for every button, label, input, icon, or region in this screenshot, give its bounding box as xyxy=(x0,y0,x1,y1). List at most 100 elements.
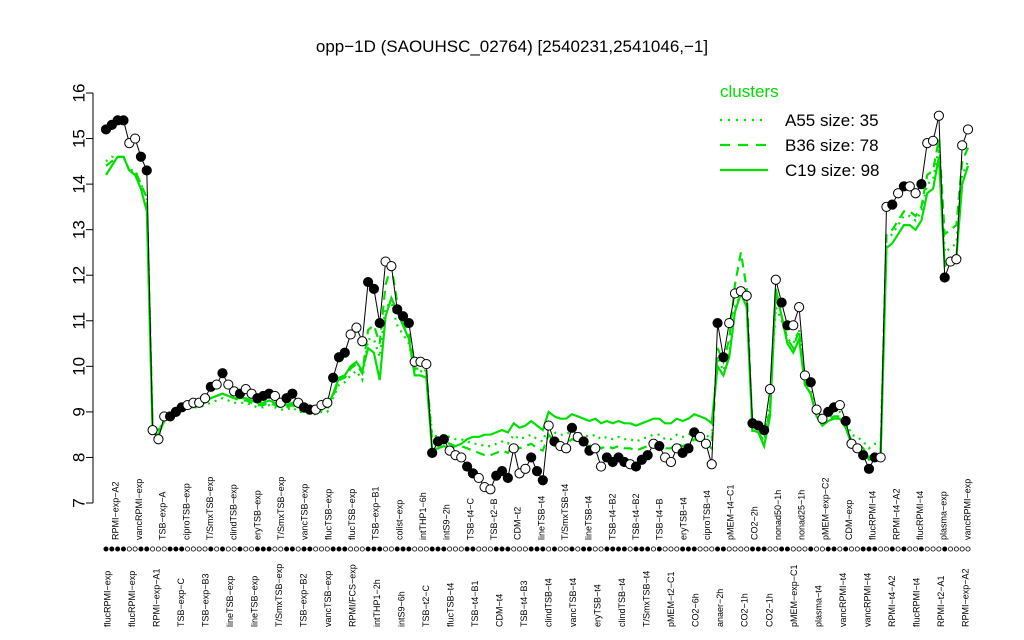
rug-point xyxy=(883,546,889,552)
rug-point xyxy=(260,546,266,552)
data-point xyxy=(531,466,543,477)
x-tick-label: lineTSB−t4 xyxy=(584,496,594,540)
x-tick-label: TSB−t4−B xyxy=(655,498,665,540)
rug-point xyxy=(272,546,278,552)
y-tick-label: 14 xyxy=(69,175,88,194)
rug-point xyxy=(458,546,464,552)
x-tick-label: clindTSB−t4 xyxy=(544,578,554,627)
rug-point xyxy=(429,546,435,552)
data-point xyxy=(759,425,770,436)
x-tick-label: RPMI/FCS−exp xyxy=(348,564,358,627)
rug-point xyxy=(249,546,255,552)
rug-point xyxy=(348,546,354,552)
x-tick-label: RPMI−exp−A2 xyxy=(110,481,120,540)
rug-markers xyxy=(103,546,971,552)
rug-point xyxy=(202,546,208,552)
data-point xyxy=(526,452,537,463)
rug-point xyxy=(511,546,517,552)
rug-point xyxy=(913,546,919,552)
data-point xyxy=(473,472,484,484)
data-point xyxy=(438,434,449,445)
rug-point xyxy=(173,546,179,552)
rug-point xyxy=(295,546,301,552)
series-line-cluster-C19 xyxy=(105,155,970,462)
x-tick-label: flucRPMI−t4 xyxy=(915,491,925,540)
rug-point xyxy=(616,546,622,552)
x-tick-label: lineTSB−exp xyxy=(225,576,235,627)
rug-point xyxy=(482,546,488,552)
rug-point xyxy=(161,546,167,552)
rug-point xyxy=(761,546,767,552)
x-tick-label: CDM−t2 xyxy=(513,507,523,540)
rug-point xyxy=(808,546,814,552)
legend-label: A55 size: 35 xyxy=(785,111,879,130)
rug-point xyxy=(581,546,587,552)
rug-point xyxy=(755,546,761,552)
rug-point xyxy=(650,546,656,552)
chart-title: opp−1D (SAOUHSC_02764) [2540231,2541046,… xyxy=(316,37,708,56)
rug-point xyxy=(231,546,237,552)
rug-point xyxy=(878,546,884,552)
rug-point xyxy=(487,546,493,552)
rug-point xyxy=(400,546,406,552)
x-tick-label: CDM−exp xyxy=(844,500,854,540)
data-point xyxy=(724,317,735,329)
rug-point xyxy=(825,546,831,552)
x-tick-label: pMEM−t4−C1 xyxy=(726,484,736,540)
rug-point xyxy=(866,546,872,552)
x-tick-label: RPMI−t4−A2 xyxy=(891,488,901,540)
x-tick-label: clindTSB−t4 xyxy=(617,578,627,627)
x-axis: flucRPMI−exp flucRPMI−exp RPMI−exp−A1 TSB−e… xyxy=(102,477,972,627)
rug-point xyxy=(412,546,418,552)
rug-point xyxy=(965,546,971,552)
rug-point xyxy=(953,546,959,552)
data-point xyxy=(485,484,496,495)
data-point xyxy=(339,347,350,358)
rug-point xyxy=(243,546,249,552)
x-tick-label: flucRPMI−exp xyxy=(102,571,112,627)
x-tick-label: intS9−2h xyxy=(442,504,452,540)
rug-point xyxy=(126,546,132,552)
rug-point xyxy=(167,546,173,552)
x-tick-label: plasma−t4 xyxy=(813,585,823,627)
legend-label: C19 size: 98 xyxy=(785,161,880,180)
rug-point xyxy=(418,546,424,552)
data-point xyxy=(595,461,607,472)
data-point xyxy=(764,384,776,395)
rug-point xyxy=(185,546,191,552)
rug-point xyxy=(563,546,569,552)
rug-point xyxy=(918,546,924,552)
data-point xyxy=(217,368,228,379)
y-tick-label: 10 xyxy=(69,357,88,376)
rug-point xyxy=(621,546,627,552)
data-point xyxy=(147,425,158,436)
data-point xyxy=(805,377,816,388)
rug-point xyxy=(819,546,825,552)
rug-point xyxy=(313,546,319,552)
data-point xyxy=(520,463,531,474)
x-tick-label: CDM−t4 xyxy=(495,594,505,627)
cluster-lines xyxy=(105,138,970,462)
data-point xyxy=(916,179,927,190)
rug-point xyxy=(709,546,715,552)
x-tick-label: vancRPMI−exp xyxy=(134,479,144,540)
rug-point xyxy=(767,546,773,552)
x-tick-label: RPMI−exp−A2 xyxy=(960,568,970,627)
data-point xyxy=(863,463,875,474)
x-tick-label: TSB−exp−B3 xyxy=(200,573,210,627)
rug-point xyxy=(790,546,796,552)
rug-point xyxy=(447,546,453,552)
rug-point xyxy=(499,546,505,552)
rug-point xyxy=(377,546,383,552)
rug-point xyxy=(190,546,196,552)
rug-point xyxy=(930,546,936,552)
x-tick-label: ciproTSB−t4 xyxy=(702,490,712,540)
data-point xyxy=(712,317,723,329)
rug-point xyxy=(674,546,680,552)
data-point xyxy=(118,115,129,126)
y-tick-label: 11 xyxy=(69,312,88,330)
rug-point xyxy=(528,546,534,552)
x-tick-label: flucTSB−t4 xyxy=(446,583,456,627)
x-tick-label: vancRPMI−t4 xyxy=(862,573,872,627)
data-point xyxy=(351,322,362,333)
